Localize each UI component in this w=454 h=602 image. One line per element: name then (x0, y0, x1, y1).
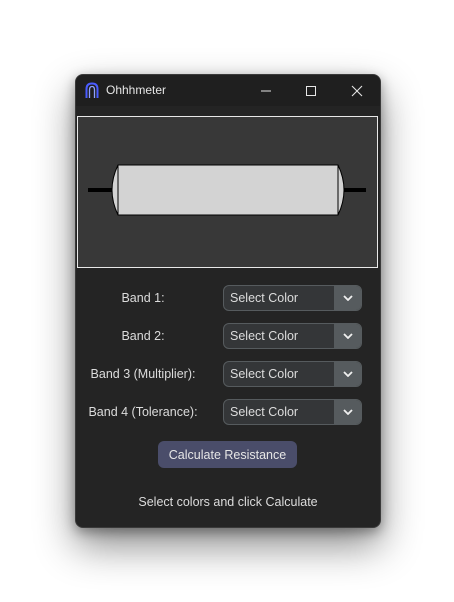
window-title: Ohhhmeter (106, 83, 167, 97)
band-2-dropdown[interactable]: Select Color (223, 323, 362, 349)
calculate-resistance-button[interactable]: Calculate Resistance (158, 441, 297, 468)
band-4-value: Select Color (230, 405, 299, 419)
status-message: Select colors and click Calculate (138, 495, 318, 509)
band-2-dropdown-arrow[interactable] (334, 324, 361, 348)
band-3-label: Band 3 (Multiplier): (90, 367, 196, 381)
minimize-icon (261, 90, 271, 91)
close-icon (351, 85, 363, 96)
app-logo-icon (85, 82, 99, 98)
resistor-body (111, 164, 345, 216)
band-2-label: Band 2: (121, 329, 165, 343)
band-1-dropdown-arrow[interactable] (334, 286, 361, 310)
chevron-down-icon (342, 409, 353, 415)
band-3-dropdown-arrow[interactable] (334, 362, 361, 386)
band-1-label: Band 1: (121, 291, 165, 305)
chevron-down-icon (342, 371, 353, 377)
minimize-button[interactable] (243, 75, 289, 106)
band-3-value: Select Color (230, 367, 299, 381)
band-1-value: Select Color (230, 291, 299, 305)
resistor-drawing (88, 164, 366, 216)
band-1-dropdown[interactable]: Select Color (223, 285, 362, 311)
band-3-dropdown[interactable]: Select Color (223, 361, 362, 387)
chevron-down-icon (342, 295, 353, 301)
title-bar[interactable]: Ohhhmeter (76, 75, 380, 106)
band-2-value: Select Color (230, 329, 299, 343)
close-button[interactable] (334, 75, 380, 106)
chevron-down-icon (342, 333, 353, 339)
resistor-canvas (77, 116, 378, 268)
maximize-button[interactable] (288, 75, 334, 106)
app-window: Ohhhmeter Band 1: Select Color Band 2: S… (75, 74, 381, 528)
maximize-icon (306, 85, 316, 96)
band-4-label: Band 4 (Tolerance): (88, 405, 198, 419)
band-4-dropdown[interactable]: Select Color (223, 399, 362, 425)
band-4-dropdown-arrow[interactable] (334, 400, 361, 424)
